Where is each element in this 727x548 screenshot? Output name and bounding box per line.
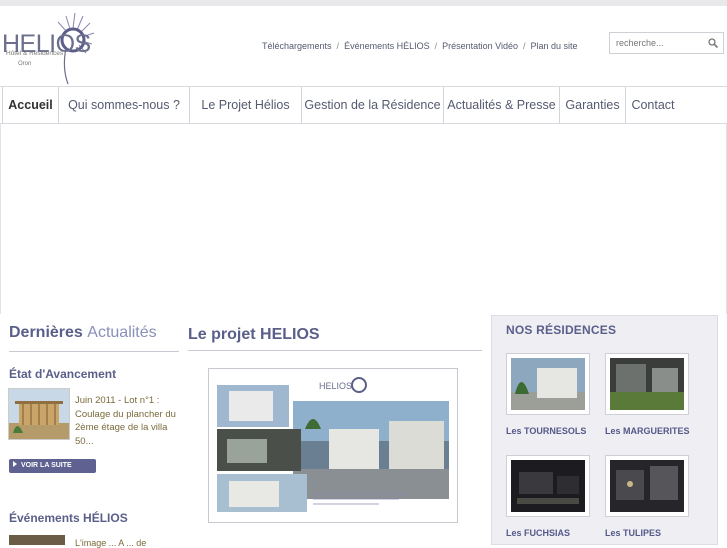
evenements-heading[interactable]: Événements HÉLIOS bbox=[9, 511, 128, 525]
banner-area bbox=[0, 124, 727, 314]
nav-accueil[interactable]: Accueil bbox=[2, 87, 59, 124]
main-nav: Accueil Qui sommes-nous ? Le Projet Héli… bbox=[0, 86, 727, 124]
nav-garanties[interactable]: Garanties bbox=[560, 87, 626, 124]
project-collage-icon: HELIOS bbox=[209, 369, 457, 522]
tournesols-render-icon bbox=[511, 358, 585, 410]
residence-label-fuchsias[interactable]: Les FUCHSIAS bbox=[506, 528, 570, 538]
link-telechargements[interactable]: Téléchargements bbox=[262, 41, 332, 51]
tulipes-render-icon bbox=[610, 460, 684, 512]
residences-panel: NOS RÉSIDENCES Les TOURNESOLS Les MARGUE… bbox=[491, 315, 718, 545]
separator: / bbox=[523, 41, 526, 51]
separator: / bbox=[336, 41, 340, 51]
svg-text:HELIOS: HELIOS bbox=[319, 381, 352, 391]
residence-thumb-tournesols[interactable] bbox=[506, 353, 590, 415]
site-logo[interactable]: HELIOS Hôtel & Résidences Oron bbox=[0, 8, 100, 86]
top-strip bbox=[0, 0, 727, 6]
residence-thumb-marguerites[interactable] bbox=[605, 353, 689, 415]
nav-projet-helios[interactable]: Le Projet Hélios bbox=[190, 87, 302, 124]
event-snippet: L'image ... A ... de bbox=[75, 538, 147, 548]
separator: / bbox=[434, 41, 438, 51]
read-more-label: VOIR LA SUITE bbox=[21, 462, 72, 469]
residence-thumb-tulipes[interactable] bbox=[605, 455, 689, 517]
news-item-text[interactable]: Juin 2011 - Lot n°1 : Coulage du planche… bbox=[75, 394, 180, 448]
news-heading-bold: Dernières bbox=[9, 324, 83, 341]
event-thumbnail[interactable] bbox=[9, 535, 65, 545]
residence-thumb-fuchsias[interactable] bbox=[506, 455, 590, 517]
search-box bbox=[609, 32, 724, 54]
divider bbox=[188, 350, 482, 351]
project-heading: Le projet HELIOS bbox=[188, 326, 320, 343]
avancement-heading[interactable]: État d'Avancement bbox=[9, 367, 116, 381]
utility-links: Téléchargements / Événements HÉLIOS / Présen… bbox=[262, 41, 578, 51]
residence-label-tournesols[interactable]: Les TOURNESOLS bbox=[506, 426, 586, 436]
news-thumbnail[interactable] bbox=[8, 388, 70, 440]
brand-tagline: Hôtel & Résidences bbox=[6, 50, 64, 57]
residences-heading: NOS RÉSIDENCES bbox=[506, 323, 617, 337]
news-heading: Dernières Actualités bbox=[9, 324, 157, 342]
project-image[interactable]: HELIOS bbox=[208, 368, 458, 523]
construction-image-icon bbox=[9, 389, 69, 439]
link-evenements[interactable]: Événements HÉLIOS bbox=[344, 41, 430, 51]
arrow-right-icon bbox=[13, 461, 17, 468]
search-input[interactable] bbox=[616, 36, 706, 50]
link-presentation-video[interactable]: Présentation Vidéo bbox=[442, 41, 518, 51]
divider bbox=[9, 351, 179, 352]
nav-contact[interactable]: Contact bbox=[626, 87, 680, 124]
news-heading-light: Actualités bbox=[87, 324, 157, 341]
residence-label-tulipes[interactable]: Les TULIPES bbox=[605, 528, 661, 538]
read-more-button[interactable]: VOIR LA SUITE bbox=[9, 459, 96, 473]
residence-label-marguerites[interactable]: Les MARGUERITES bbox=[605, 426, 690, 436]
nav-gestion-residence[interactable]: Gestion de la Résidence bbox=[302, 87, 444, 124]
search-icon[interactable] bbox=[707, 37, 719, 49]
nav-actualites-presse[interactable]: Actualités & Presse bbox=[444, 87, 560, 124]
brand-city: Oron bbox=[18, 61, 32, 67]
nav-qui-sommes-nous[interactable]: Qui sommes-nous ? bbox=[59, 87, 190, 124]
marguerites-render-icon bbox=[610, 358, 684, 410]
fuchsias-render-icon bbox=[511, 460, 585, 512]
link-plan-du-site[interactable]: Plan du site bbox=[531, 41, 578, 51]
